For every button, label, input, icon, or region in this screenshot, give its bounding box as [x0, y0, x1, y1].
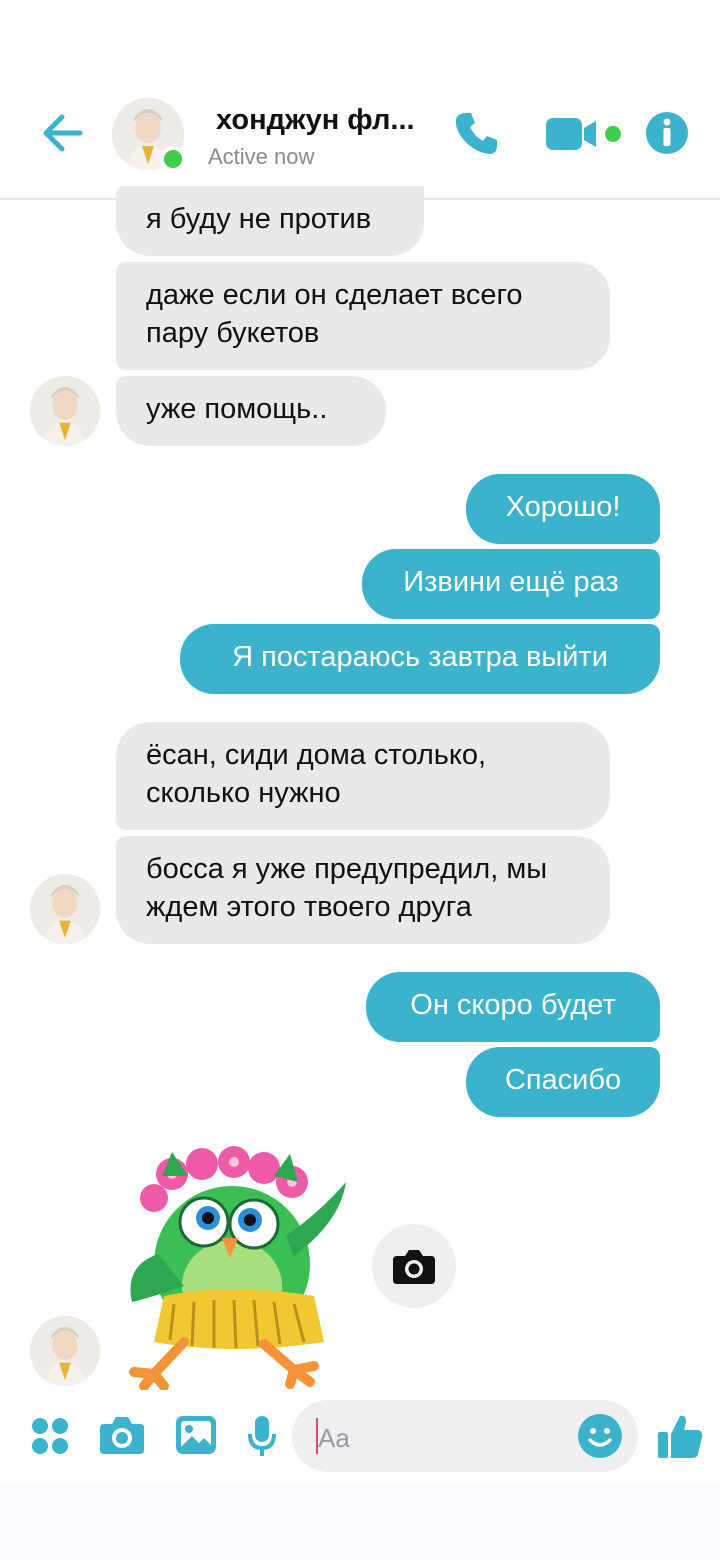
message-text: Я постараюсь завтра выйти — [232, 641, 608, 673]
contact-avatar[interactable] — [30, 1316, 100, 1386]
phone-icon[interactable] — [452, 108, 502, 158]
sticker-camera-button[interactable] — [372, 1224, 456, 1308]
message-bubble[interactable]: даже если он сделает всего пару букетов — [116, 262, 610, 370]
thumbs-up-icon[interactable] — [656, 1410, 704, 1460]
contact-avatar[interactable] — [30, 376, 100, 446]
message-text: я буду не против — [146, 203, 372, 235]
online-status-dot — [160, 146, 186, 172]
back-arrow-icon[interactable] — [36, 108, 92, 158]
system-nav-area — [0, 1482, 720, 1560]
message-bubble[interactable]: Я постараюсь завтра выйти — [180, 624, 660, 694]
info-icon[interactable] — [644, 110, 690, 156]
message-text: Спасибо — [504, 1064, 622, 1096]
camera-icon[interactable] — [98, 1414, 146, 1456]
message-bubble[interactable]: Спасибо — [466, 1047, 660, 1117]
message-bubble[interactable]: Хорошо! — [466, 474, 660, 544]
message-input-placeholder: Aa — [318, 1423, 350, 1453]
microphone-icon[interactable] — [246, 1414, 278, 1460]
message-text: босса я уже предупредил, мы ждем этого т… — [146, 853, 548, 923]
message-text: Извини ещё раз — [403, 566, 619, 598]
message-text: даже если он сделает всего пару букетов — [146, 279, 523, 349]
contact-avatar[interactable] — [30, 874, 100, 944]
chat-header: хонджун фл... Active now — [0, 0, 720, 200]
message-bubble[interactable]: ёсан, сиди дома столько, сколько нужно — [116, 722, 610, 830]
gallery-icon[interactable] — [174, 1414, 218, 1456]
apps-icon[interactable] — [30, 1416, 70, 1456]
active-status: Active now — [208, 144, 315, 169]
message-bubble[interactable]: босса я уже предупредил, мы ждем этого т… — [116, 836, 610, 944]
message-bubble[interactable]: уже помощь.. — [116, 376, 386, 446]
message-text: Хорошо! — [505, 491, 621, 523]
video-camera-icon[interactable] — [544, 114, 626, 154]
message-bubble[interactable]: Извини ещё раз — [362, 549, 660, 619]
message-text: уже помощь.. — [146, 393, 328, 425]
message-text: ёсан, сиди дома столько, сколько нужно — [146, 739, 487, 809]
contact-name[interactable]: хонджун фл... — [216, 104, 415, 137]
camera-icon — [393, 1250, 435, 1284]
message-text: Он скоро будет — [410, 989, 616, 1021]
owl-sticker-icon[interactable] — [114, 1146, 358, 1391]
message-bubble[interactable]: я буду не против — [116, 186, 424, 256]
message-bubble[interactable]: Он скоро будет — [366, 972, 660, 1042]
emoji-icon[interactable] — [576, 1412, 624, 1460]
